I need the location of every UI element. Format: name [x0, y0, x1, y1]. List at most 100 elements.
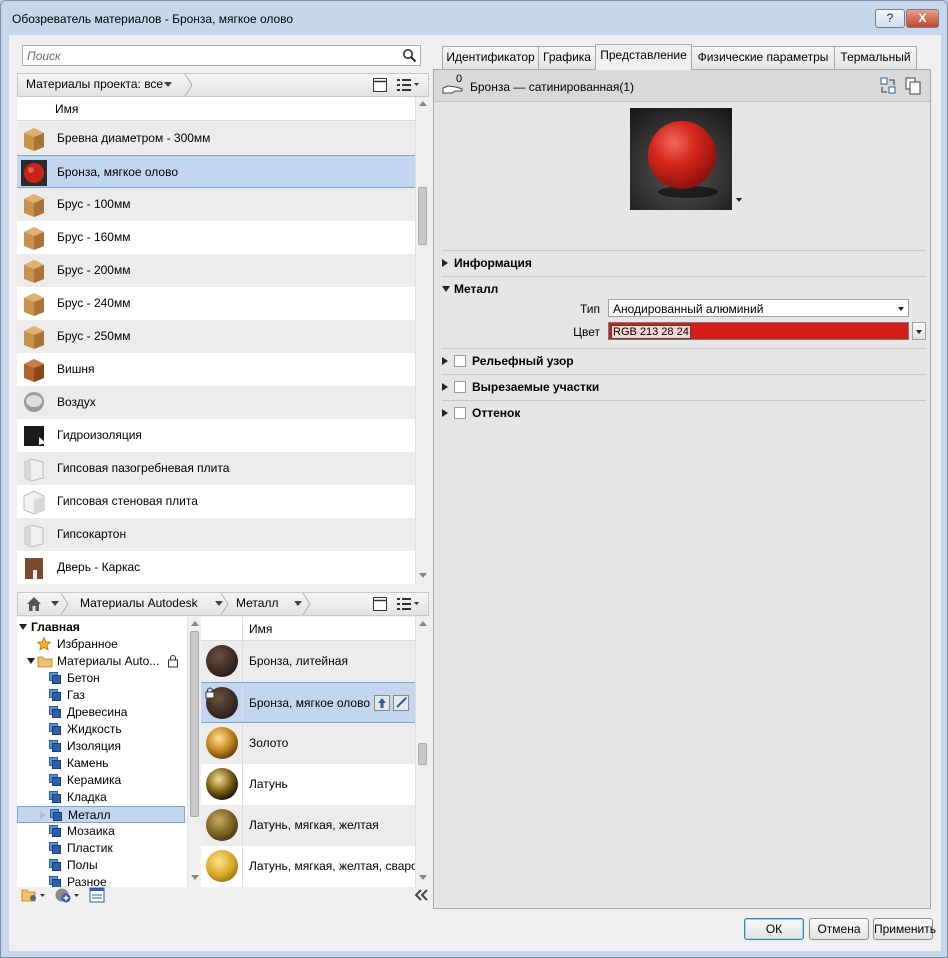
tree-category-item[interactable]: Мозаика [17, 823, 185, 840]
scrollbar-thumb[interactable] [418, 743, 427, 765]
toggle-panel-icon[interactable] [372, 596, 388, 612]
material-row[interactable]: Гипсокартон [17, 518, 415, 551]
collapse-panel-icon[interactable] [413, 889, 429, 901]
apply-button[interactable]: Применить [873, 918, 936, 940]
toggle-panel-icon[interactable] [372, 77, 388, 93]
create-material-icon[interactable] [55, 887, 81, 903]
type-dropdown[interactable]: Анодированный алюминий [608, 299, 909, 317]
material-row[interactable]: Бревна диаметром - 300мм [17, 122, 415, 155]
column-header-name[interactable]: Имя [249, 622, 272, 636]
tree-category-label: Керамика [67, 773, 122, 787]
cancel-button[interactable]: Отмена [809, 918, 869, 940]
section-information[interactable]: Информация [442, 253, 926, 273]
tab-physical[interactable]: Физические параметры [691, 46, 835, 69]
scroll-up-icon[interactable] [419, 101, 427, 106]
close-button[interactable]: X [906, 9, 939, 28]
tree-category-item[interactable]: Жидкость [17, 721, 185, 738]
tab-thermal[interactable]: Термальный [834, 46, 917, 69]
relief-checkbox[interactable] [454, 355, 466, 367]
tab-appearance[interactable]: Представление [595, 44, 692, 70]
material-row[interactable]: Дверь - Каркас [17, 551, 415, 584]
tree-category-item[interactable]: Кладка [17, 789, 185, 806]
library-material-row[interactable]: Золото [201, 723, 415, 764]
section-cutouts[interactable]: Вырезаемые участки [442, 377, 926, 397]
library-crumb-metal[interactable]: Металл [228, 593, 310, 615]
home-icon[interactable] [26, 596, 42, 612]
project-filter-dropdown[interactable]: Материалы проекта: все [18, 74, 192, 96]
scroll-up-icon[interactable] [191, 621, 199, 626]
tint-checkbox[interactable] [454, 407, 466, 419]
material-row[interactable]: Брус - 100мм [17, 188, 415, 221]
column-header-name[interactable]: Имя [55, 102, 78, 116]
expand-icon[interactable] [442, 383, 448, 391]
library-list-scrollbar[interactable] [415, 617, 429, 887]
material-row-selected[interactable]: Бронза, мягкое олово [17, 155, 415, 188]
material-row[interactable]: Гипсовая пазогребневая плита [17, 452, 415, 485]
library-material-row[interactable]: Бронза, литейная [201, 641, 415, 682]
edit-material-icon[interactable] [393, 695, 409, 711]
collapse-icon[interactable] [442, 286, 450, 292]
expand-icon[interactable] [442, 409, 448, 417]
tree-category-item[interactable]: Металл [17, 806, 185, 823]
tree-category-item[interactable]: Керамика [17, 772, 185, 789]
search-input[interactable]: Поиск [22, 45, 421, 66]
scroll-down-icon[interactable] [419, 875, 427, 880]
cutouts-checkbox[interactable] [454, 381, 466, 393]
tree-category-item[interactable]: Бетон [17, 670, 185, 687]
chevron-down-icon[interactable] [51, 601, 59, 606]
scroll-down-icon[interactable] [419, 573, 427, 578]
add-to-document-icon[interactable] [374, 695, 390, 711]
expand-icon[interactable] [442, 259, 448, 267]
view-options-icon[interactable] [396, 596, 420, 612]
tree-category-item[interactable]: Газ [17, 687, 185, 704]
view-options-icon[interactable] [396, 77, 420, 93]
help-button[interactable]: ? [875, 9, 905, 28]
library-material-row-selected[interactable]: Бронза, мягкое олово [201, 682, 415, 723]
tab-graphics[interactable]: Графика [538, 46, 596, 69]
tree-category-item[interactable]: Изоляция [17, 738, 185, 755]
section-relief[interactable]: Рельефный узор [442, 351, 926, 371]
tree-scrollbar[interactable] [187, 617, 200, 887]
library-material-row[interactable]: Латунь, мягкая, желтая, сваро [201, 846, 415, 887]
section-tint[interactable]: Оттенок [442, 403, 926, 423]
tree-category-item[interactable]: Древесина [17, 704, 185, 721]
library-material-row[interactable]: Латунь, мягкая, желтая [201, 805, 415, 846]
material-row[interactable]: Гидроизоляция [17, 419, 415, 452]
library-material-row[interactable]: Латунь [201, 764, 415, 805]
tree-category-item[interactable]: Камень [17, 755, 185, 772]
duplicate-asset-icon[interactable] [905, 77, 921, 95]
scrollbar-thumb[interactable] [418, 187, 427, 245]
expand-icon[interactable] [442, 357, 448, 365]
tab-identity[interactable]: Идентификатор [442, 46, 539, 69]
search-icon[interactable] [402, 48, 417, 63]
scrollbar-thumb[interactable] [190, 631, 199, 817]
material-row[interactable]: Брус - 160мм [17, 221, 415, 254]
expand-icon[interactable] [27, 658, 35, 664]
tree-category-item[interactable]: Пластик [17, 840, 185, 857]
expand-icon[interactable] [40, 811, 46, 819]
replace-asset-icon[interactable] [880, 77, 896, 95]
tree-root-home[interactable]: Главная [17, 619, 185, 636]
asset-browser-icon[interactable] [89, 887, 105, 903]
material-row[interactable]: Брус - 200мм [17, 254, 415, 287]
material-row[interactable]: Гипсовая стеновая плита [17, 485, 415, 518]
tree-autodesk-library[interactable]: Материалы Auto... [17, 653, 185, 670]
preview-options-icon[interactable] [736, 198, 742, 202]
material-row[interactable]: Брус - 240мм [17, 287, 415, 320]
tree-category-item[interactable]: Полы [17, 857, 185, 874]
scroll-down-icon[interactable] [191, 875, 199, 880]
project-list-scrollbar[interactable] [415, 97, 429, 584]
tree-favorites[interactable]: Избранное [17, 636, 185, 653]
color-swatch-field[interactable]: RGB 213 28 24 [608, 322, 909, 340]
section-metal[interactable]: Металл [442, 279, 926, 299]
scroll-up-icon[interactable] [419, 621, 427, 626]
color-options-button[interactable] [912, 322, 926, 340]
material-row[interactable]: Вишня [17, 353, 415, 386]
ok-button[interactable]: ОК [744, 918, 804, 940]
material-row[interactable]: Воздух [17, 386, 415, 419]
library-crumb-autodesk[interactable]: Материалы Autodesk [72, 593, 223, 615]
library-manage-icon[interactable] [21, 887, 47, 903]
material-row[interactable]: Брус - 250мм [17, 320, 415, 353]
expand-icon[interactable] [19, 624, 27, 630]
material-preview[interactable] [630, 108, 732, 210]
